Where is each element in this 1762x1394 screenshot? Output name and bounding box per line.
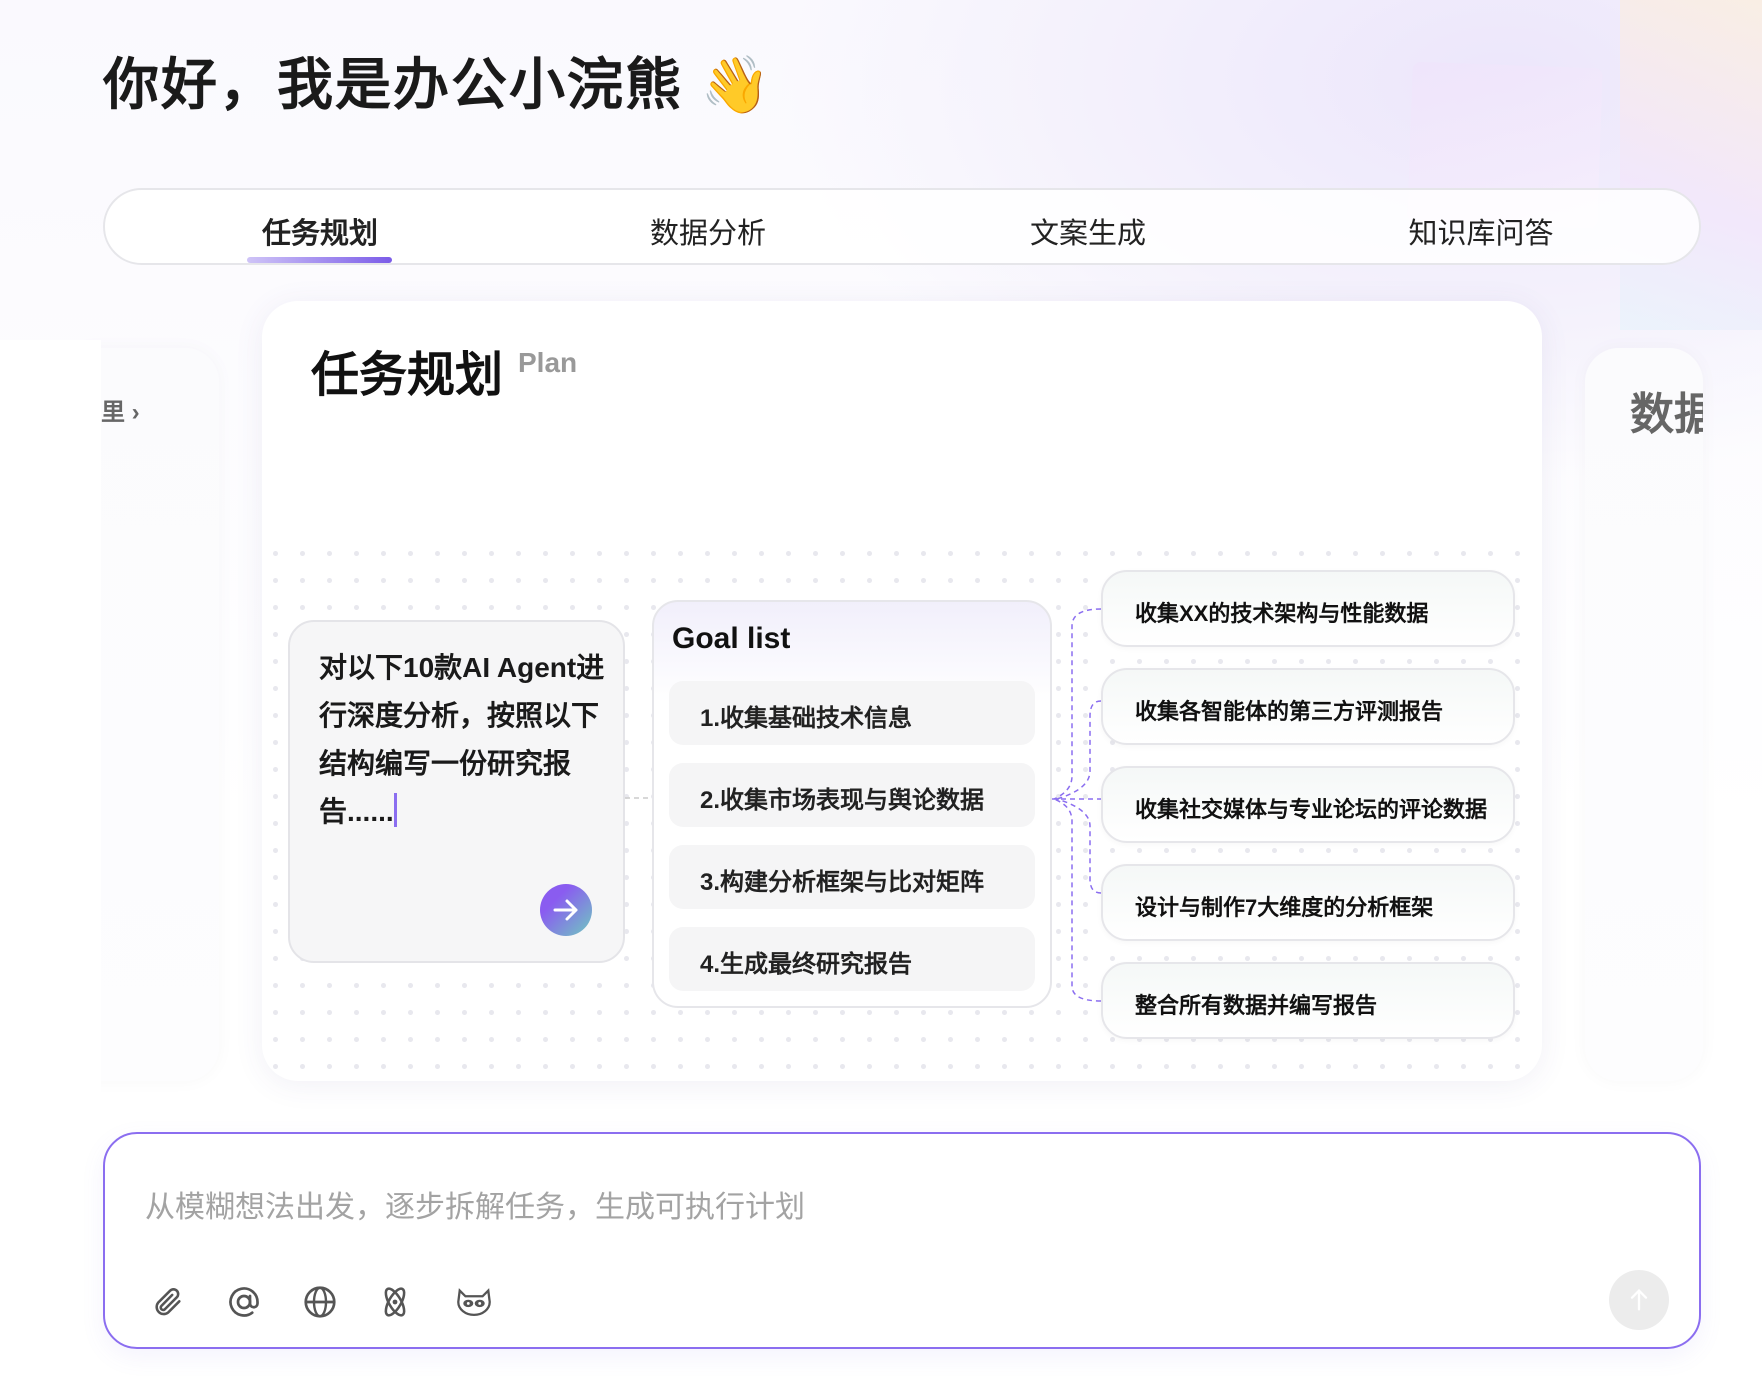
input-placeholder: 从模糊想法出发，逐步拆解任务，生成可执行计划 <box>145 1191 805 1224</box>
goal-list-card: Goal list 1.收集基础技术信息 2.收集市场表现与舆论数据 3.构建分… <box>652 600 1052 1008</box>
tab-bar: 任务规划 数据分析 文案生成 知识库问答 <box>103 188 1701 265</box>
goal-list-title: Goal list <box>672 622 791 655</box>
arrow-up-icon <box>1630 1289 1648 1311</box>
prev-card-label: 里 › <box>101 399 140 426</box>
submit-arrow-button[interactable] <box>540 884 592 936</box>
at-icon[interactable] <box>224 1282 264 1322</box>
chat-input[interactable]: 从模糊想法出发，逐步拆解任务，生成可执行计划 <box>103 1132 1701 1349</box>
prompt-box[interactable]: 对以下10款AI Agent进行深度分析，按照以下结构编写一份研究报告.....… <box>288 620 625 963</box>
step-item: 收集各智能体的第三方评测报告 <box>1101 668 1515 745</box>
step-item: 整合所有数据并编写报告 <box>1101 962 1515 1039</box>
greeting-title: 你好，我是办公小浣熊 👋 <box>103 53 773 116</box>
left-mask <box>0 340 101 1100</box>
tab-copywriting[interactable]: 文案生成 <box>1030 210 1146 252</box>
raccoon-icon[interactable] <box>454 1282 494 1322</box>
active-tab-indicator <box>247 257 392 263</box>
goal-item: 4.生成最终研究报告 <box>669 927 1035 991</box>
text-caret <box>393 793 397 827</box>
globe-icon[interactable] <box>300 1282 340 1322</box>
prompt-text: 对以下10款AI Agent进行深度分析，按照以下结构编写一份研究报告.....… <box>319 644 609 836</box>
tab-data-analysis[interactable]: 数据分析 <box>650 210 766 252</box>
next-card[interactable]: 数据 <box>1585 348 1703 1081</box>
step-item: 设计与制作7大维度的分析框架 <box>1101 864 1515 941</box>
tab-knowledge-qa[interactable]: 知识库问答 <box>1408 210 1553 252</box>
goal-item: 2.收集市场表现与舆论数据 <box>669 763 1035 827</box>
goal-item: 3.构建分析框架与比对矩阵 <box>669 845 1035 909</box>
plan-card: 任务规划 Plan 对以下10款AI Agent进行深度分析，按照以下结构编写一… <box>262 301 1542 1081</box>
background-decoration <box>1620 0 1762 330</box>
send-button[interactable] <box>1609 1270 1669 1330</box>
step-item: 收集社交媒体与专业论坛的评论数据 <box>1101 766 1515 843</box>
arrow-right-icon <box>553 899 578 921</box>
prompt-text-content: 对以下10款AI Agent进行深度分析，按照以下结构编写一份研究报告.....… <box>319 652 605 827</box>
tab-task-planning[interactable]: 任务规划 <box>262 210 378 252</box>
step-item: 收集XX的技术架构与性能数据 <box>1101 570 1515 647</box>
goal-item: 1.收集基础技术信息 <box>669 681 1035 745</box>
atom-icon[interactable] <box>375 1282 415 1322</box>
next-card-label: 数据 <box>1630 390 1703 439</box>
paperclip-icon[interactable] <box>148 1282 188 1322</box>
